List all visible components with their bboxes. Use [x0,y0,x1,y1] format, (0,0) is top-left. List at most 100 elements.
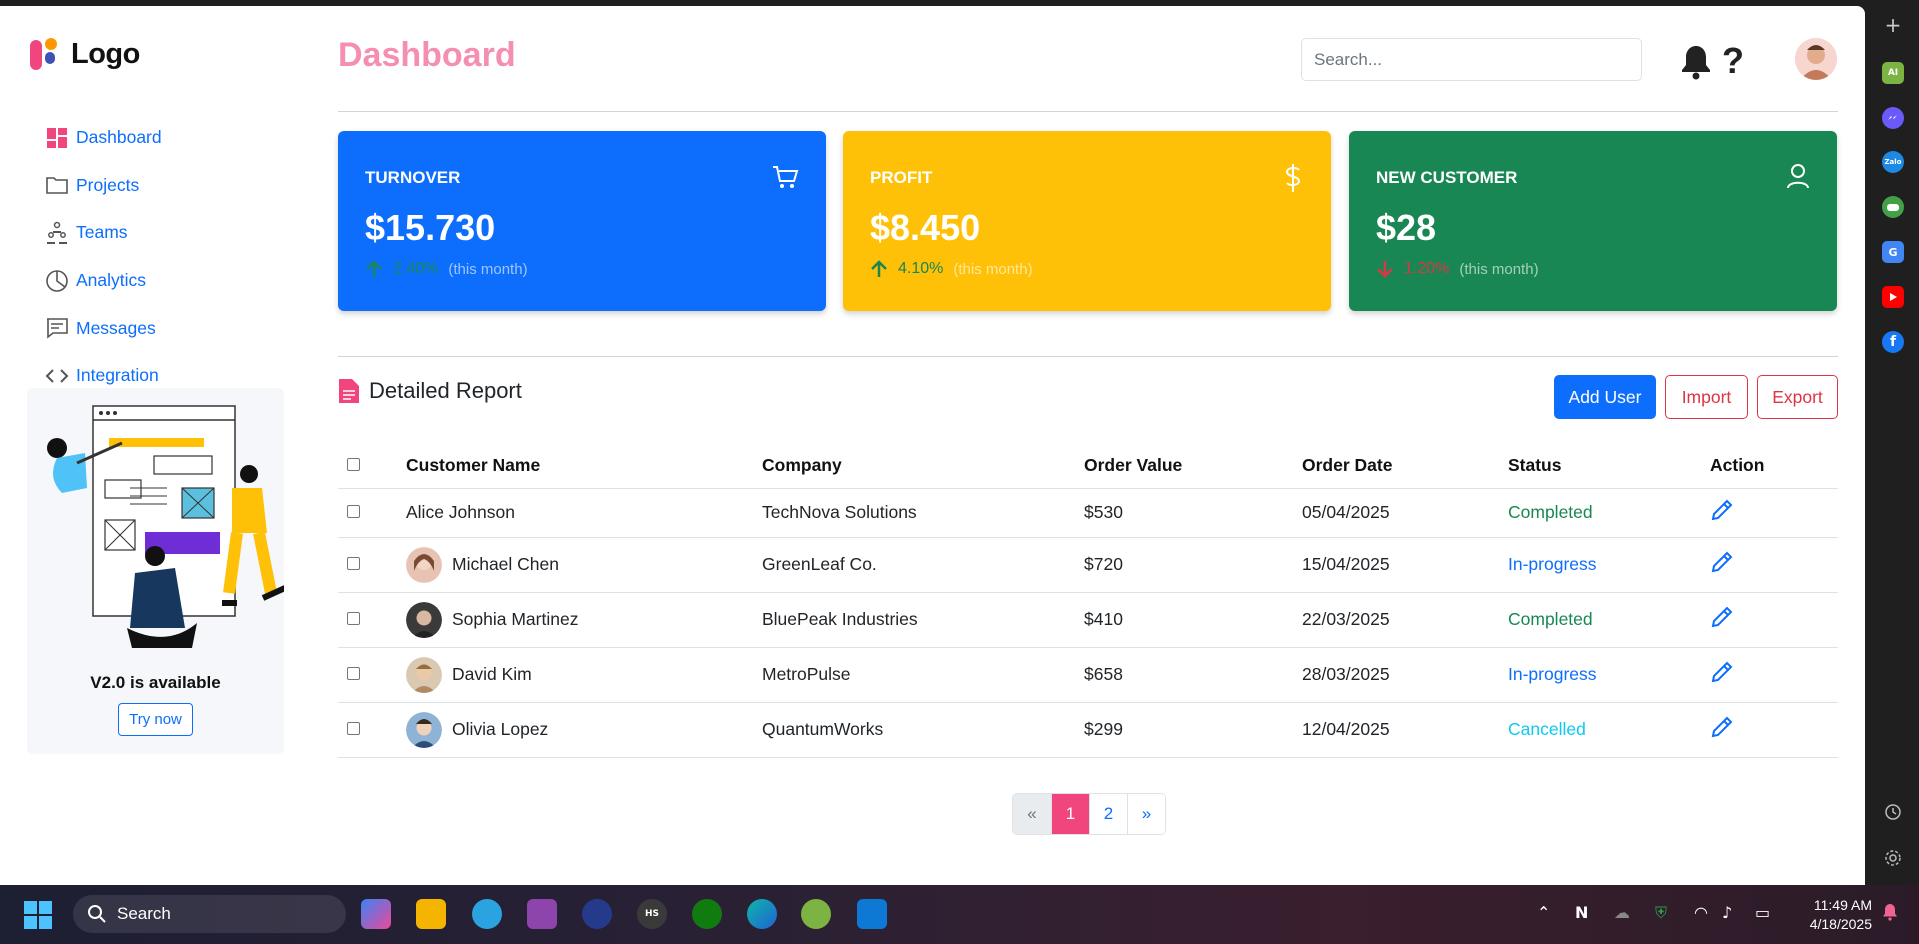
windows-start-icon[interactable] [24,901,52,934]
import-button[interactable]: Import [1665,375,1748,419]
photos-app-icon[interactable] [527,899,557,929]
speaker-icon[interactable]: ♪ [1722,903,1732,922]
select-all-cell [338,443,406,489]
stat-change-value: 1.20% [1404,260,1450,277]
app-window: Logo Dashboard Projects Teams Analytics … [0,6,1865,885]
add-user-button[interactable]: Add User [1554,375,1656,419]
zalo-icon[interactable]: Zalo [1882,151,1904,173]
ai-icon[interactable]: AI [1882,62,1904,84]
table-row[interactable]: Michael Chen GreenLeaf Co. $720 15/04/20… [338,537,1838,593]
messenger-icon[interactable] [1882,107,1904,129]
export-button[interactable]: Export [1757,375,1838,419]
status-text: Completed [1508,592,1710,648]
facebook-icon[interactable]: f [1882,331,1904,353]
n-app-tray-icon[interactable]: N [1575,903,1588,922]
pagination-page-1[interactable]: 1 [1051,794,1089,834]
column-header[interactable]: Company [762,443,1084,489]
stat-label: PROFIT [870,168,933,187]
bell-icon[interactable] [1680,44,1712,85]
order-value: $658 [1084,647,1302,703]
edit-pencil-icon[interactable] [1710,660,1734,684]
table-row[interactable]: Sophia Martinez BluePeak Industries $410… [338,592,1838,648]
onedrive-icon[interactable]: ☁ [1614,903,1630,922]
security-shield-icon[interactable]: ⛨ [1655,903,1667,923]
status-text: Completed [1508,488,1710,538]
stat-label: TURNOVER [365,168,461,187]
notification-bell-icon[interactable] [1882,903,1898,925]
edge-browser-icon[interactable] [747,899,777,929]
upgrade-promo-card: V2.0 is available Try now [27,388,284,754]
column-header: Action [1710,443,1838,489]
avatar[interactable] [1795,38,1837,80]
wifi-icon[interactable]: ◠ [1694,903,1708,922]
settings-gear-icon[interactable] [1882,847,1904,869]
edit-pencil-icon[interactable] [1710,550,1734,574]
history-icon[interactable] [1882,801,1904,823]
copilot-icon[interactable] [361,899,391,929]
pagination-next[interactable]: » [1127,794,1165,834]
xbox-icon[interactable] [692,899,722,929]
sidebar-item-messages[interactable]: Messages [45,304,162,352]
logo[interactable]: Logo [29,36,140,72]
battery-icon[interactable]: ▭ [1755,903,1770,922]
pagination-page-2[interactable]: 2 [1089,794,1127,834]
help-icon[interactable]: ? [1722,40,1744,82]
edit-pencil-icon[interactable] [1710,498,1734,522]
game-icon[interactable] [1882,196,1904,218]
plus-icon[interactable]: + [1882,13,1904,37]
message-icon [47,318,68,339]
sidebar-item-projects[interactable]: Projects [45,162,162,210]
report-title: Detailed Report [338,378,522,404]
stat-change: 2.40% (this month) [365,259,528,279]
stat-label: NEW CUSTOMER [1376,168,1518,187]
promo-illustration [47,405,284,648]
stat-period: (this month) [953,260,1033,278]
column-header[interactable]: Customer Name [406,443,762,489]
search-input[interactable] [1301,38,1642,81]
column-header[interactable]: Order Value [1084,443,1302,489]
eclipse-icon[interactable] [582,899,612,929]
row-checkbox[interactable] [347,557,360,570]
report-title-text: Detailed Report [369,378,522,403]
select-all-checkbox[interactable] [347,457,360,471]
table-row[interactable]: Alice Johnson TechNova Solutions $530 05… [338,488,1838,538]
page-title: Dashboard [338,36,516,74]
file-explorer-icon[interactable] [416,899,446,929]
telegram-icon[interactable] [472,899,502,929]
translate-icon[interactable]: G [1882,241,1904,263]
column-header[interactable]: Order Date [1302,443,1508,489]
hs-app-icon[interactable]: HS [637,899,667,929]
pagination: « 1 2 » [1012,793,1166,835]
sidebar-item-teams[interactable]: Teams [45,209,162,257]
table-row[interactable]: David Kim MetroPulse $658 28/03/2025 In-… [338,647,1838,703]
customer-name: David Kim [452,664,532,684]
taskbar-search[interactable]: Search [73,895,346,933]
arrow-up-icon [871,260,887,277]
edit-pencil-icon[interactable] [1710,605,1734,629]
column-header[interactable]: Status [1508,443,1710,489]
taskbar-clock[interactable]: 11:49 AM 4/18/2025 [1790,896,1872,934]
stat-value: $8.450 [870,207,981,248]
order-date: 15/04/2025 [1302,537,1508,593]
company: MetroPulse [762,647,1084,703]
table-row[interactable]: Olivia Lopez QuantumWorks $299 12/04/202… [338,702,1838,758]
new-customer-card: NEW CUSTOMER $28 1.20% (this month) [1349,131,1837,311]
row-checkbox[interactable] [347,667,360,680]
chevron-up-icon[interactable]: ⌃ [1537,903,1550,922]
sidebar-item-label: Analytics [76,270,147,291]
try-now-button[interactable]: Try now [118,703,193,736]
row-checkbox[interactable] [347,505,360,518]
customer-name: Olivia Lopez [452,719,549,739]
customer-name: Sophia Martinez [452,609,579,629]
sidebar-item-dashboard[interactable]: Dashboard [45,114,162,162]
arrow-down-icon [1377,261,1393,278]
coccoc-browser-icon[interactable] [801,899,831,929]
vscode-icon[interactable] [857,899,887,929]
row-checkbox[interactable] [347,612,360,625]
edit-pencil-icon[interactable] [1710,715,1734,739]
youtube-icon[interactable] [1882,286,1904,308]
pagination-prev[interactable]: « [1013,794,1051,834]
dashboard-icon [47,127,67,148]
row-checkbox[interactable] [347,722,360,735]
sidebar-item-analytics[interactable]: Analytics [45,257,162,305]
